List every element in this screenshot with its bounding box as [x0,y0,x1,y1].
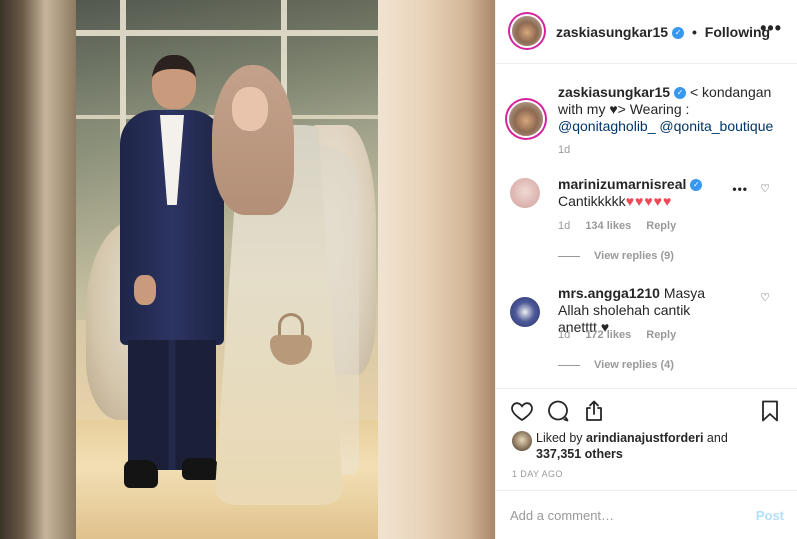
view-replies-label[interactable]: View replies (4) [594,359,674,371]
comment-username[interactable]: marinizumarnisreal [558,176,686,192]
view-replies-button[interactable]: View replies (4) [558,359,674,371]
comment-emoji: ♥♥♥♥♥ [625,193,673,209]
likes-summary: Liked by arindianajustforderi and 337,35… [536,430,776,462]
share-icon[interactable] [582,399,606,423]
comment-meta: 1d 134 likes Reply [558,220,688,232]
comment-like-icon[interactable]: ♡ [760,182,770,195]
comment-text: marinizumarnisreal ✓ Cantikkkkk♥♥♥♥♥ [558,176,728,210]
liked-by-prefix: Liked by [536,431,583,445]
comment-more-icon[interactable]: ••• [732,182,748,196]
comment-like-icon[interactable]: ♡ [760,291,770,304]
author-avatar[interactable] [512,16,542,46]
comment-icon[interactable] [546,399,570,423]
liked-by-avatar[interactable] [512,431,532,451]
photo-woman [194,65,359,505]
caption-heart: ♥ [609,101,618,117]
verified-icon: ✓ [690,179,703,192]
bookmark-icon[interactable] [758,399,782,423]
view-replies-label[interactable]: View replies (9) [594,250,674,262]
mention-link[interactable]: @qonita_boutique [659,118,773,134]
caption-body-end: > Wearing : [617,101,690,117]
verified-icon: ✓ [672,27,685,40]
heart-icon[interactable] [510,399,534,423]
comment-likes[interactable]: 134 likes [585,220,631,232]
comment-username[interactable]: mrs.angga1210 [558,285,660,301]
liked-by-conjunction: and [706,431,728,445]
post-photo[interactable] [0,0,495,539]
liked-by-others[interactable]: 337,351 others [536,447,623,461]
commenter-avatar[interactable] [510,297,540,327]
reply-button[interactable]: Reply [646,329,676,341]
comments-section[interactable]: zaskiasungkar15 ✓ < kondangan with my ♥> … [496,64,797,388]
comment-time[interactable]: 1d [558,329,570,341]
photo-image [76,0,378,539]
caption-time[interactable]: 1d [558,144,570,156]
header-separator: • [691,24,697,40]
caption-username[interactable]: zaskiasungkar15 [558,84,670,100]
liked-by-user[interactable]: arindianajustforderi [586,431,703,445]
verified-icon: ✓ [674,87,687,100]
author-info: zaskiasungkar15 ✓ • Following [556,24,770,40]
caption-avatar[interactable] [509,102,543,136]
author-username[interactable]: zaskiasungkar15 [556,24,668,40]
comment-body: Cantikkkkk [558,193,626,209]
comment-input[interactable] [510,503,730,527]
commenter-avatar[interactable] [510,178,540,208]
comment-meta: 1d 172 likes Reply [558,329,688,341]
post-comment-button[interactable]: Post [756,508,784,523]
post-actions: Liked by arindianajustforderi and 337,35… [496,388,797,538]
post-side-panel: zaskiasungkar15 ✓ • Following ••• zaskias… [495,0,797,539]
view-replies-button[interactable]: View replies (9) [558,250,674,262]
post-timestamp[interactable]: 1 DAY AGO [512,469,563,479]
mention-link[interactable]: @qonitagholib_ [558,118,656,134]
post-header: zaskiasungkar15 ✓ • Following ••• [496,0,797,64]
more-options-icon[interactable]: ••• [760,18,782,39]
photo-blur-right [378,0,495,539]
caption-text: zaskiasungkar15 ✓ < kondangan with my ♥> … [558,84,778,135]
replies-line [558,255,580,257]
comment-time[interactable]: 1d [558,220,570,232]
replies-line [558,364,580,366]
reply-button[interactable]: Reply [646,220,676,232]
photo-blur-left [0,0,76,539]
add-comment-bar: Post [496,490,797,538]
comment-likes[interactable]: 172 likes [585,329,631,341]
